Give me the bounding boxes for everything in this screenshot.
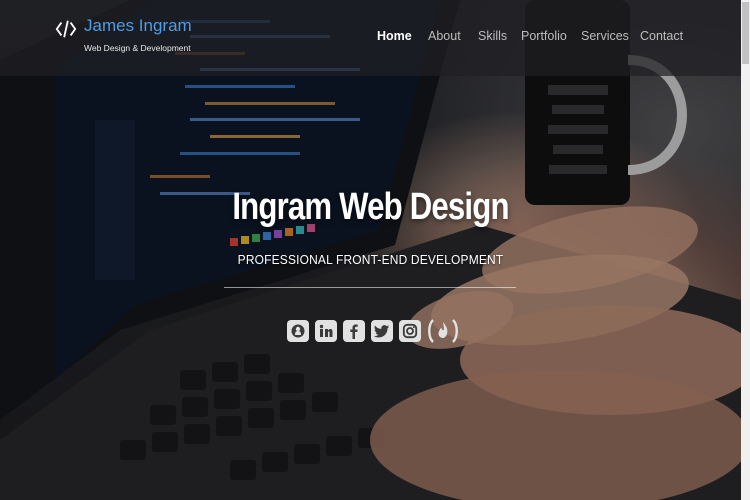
freecodecamp-link[interactable] [426,317,460,345]
instagram-link[interactable] [398,317,422,345]
nav-skills[interactable]: Skills [478,29,507,43]
nav-portfolio[interactable]: Portfolio [521,29,567,43]
twitter-icon [371,320,393,342]
facebook-icon [343,320,365,342]
nav-about[interactable]: About [428,29,461,43]
twitter-link[interactable] [370,317,394,345]
scrollbar-thumb[interactable] [742,2,749,64]
linkedin-link[interactable] [314,317,338,345]
nav-services[interactable]: Services [581,29,629,43]
main-nav: Home About Skills Portfolio Services Con… [0,29,741,49]
hero-subtitle: PROFESSIONAL FRONT-END DEVELOPMENT [237,252,504,267]
linkedin-icon [315,320,337,342]
hero-divider [224,287,516,288]
nav-contact[interactable]: Contact [640,29,683,43]
facebook-link[interactable] [342,317,366,345]
freecodecamp-icon [428,319,458,343]
github-link[interactable] [286,317,310,345]
github-icon [287,320,309,342]
navbar: James Ingram Web Design & Development Ho… [0,0,741,76]
nav-home[interactable]: Home [377,29,412,43]
instagram-icon [399,320,421,342]
page-scrollbar[interactable] [741,0,750,500]
hero-title: Ingram Web Design [232,186,509,228]
